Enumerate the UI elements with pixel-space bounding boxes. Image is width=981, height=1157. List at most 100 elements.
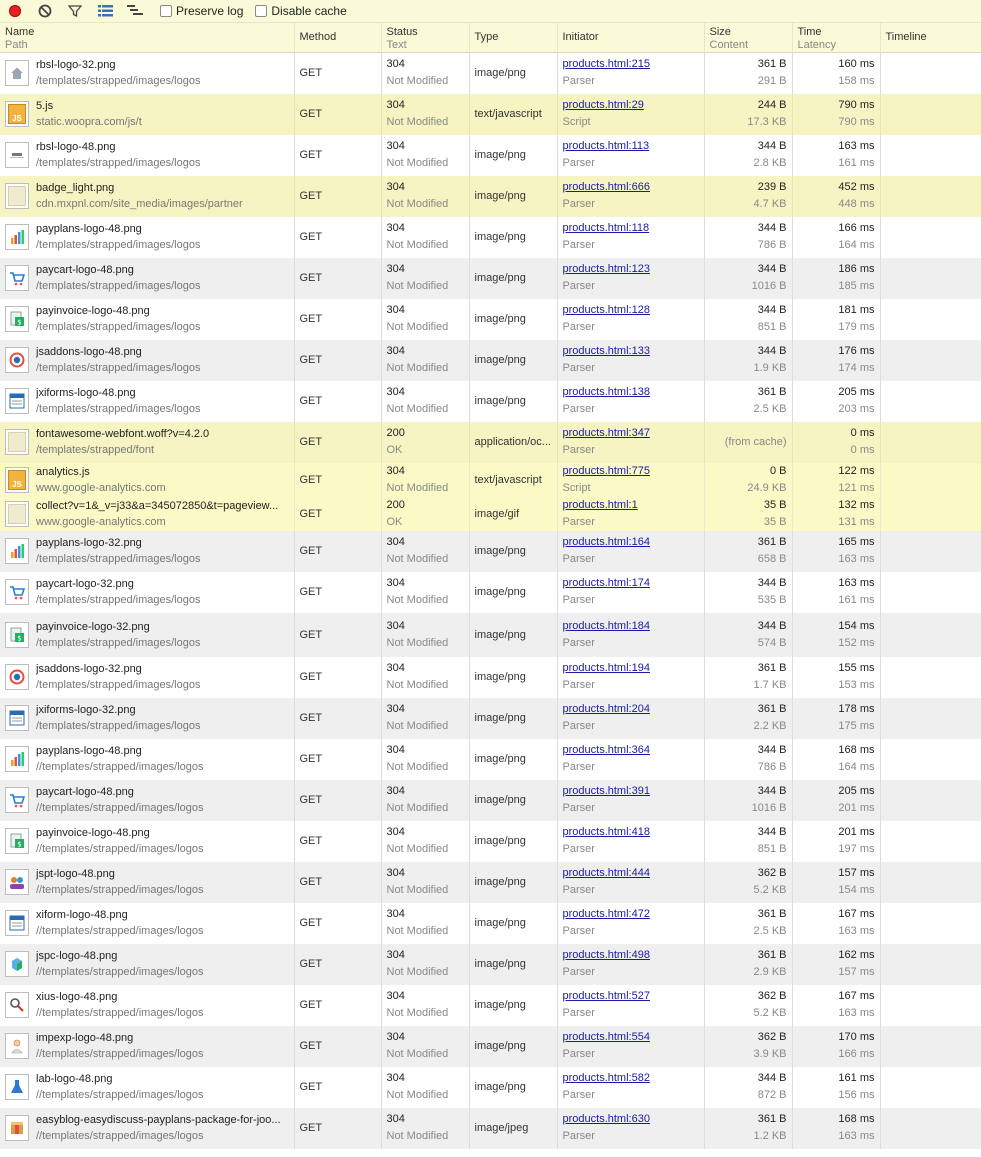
table-row[interactable]: badge_light.png cdn.mxpnl.com/site_media… bbox=[0, 175, 981, 217]
name-cell[interactable]: xius-logo-48.png //templates/strapped/im… bbox=[0, 984, 295, 1026]
name-cell[interactable]: jsaddons-logo-32.png /templates/strapped… bbox=[0, 656, 295, 698]
initiator-link[interactable]: products.html:128 bbox=[563, 302, 704, 319]
name-cell[interactable]: JS analytics.js www.google-analytics.com bbox=[0, 462, 295, 497]
large-rows-button[interactable] bbox=[94, 0, 116, 22]
initiator-link[interactable]: products.html:1 bbox=[563, 497, 704, 514]
name-cell[interactable]: lab-logo-48.png //templates/strapped/ima… bbox=[0, 1066, 295, 1108]
table-row[interactable]: jspc-logo-48.png //templates/strapped/im… bbox=[0, 943, 981, 985]
name-cell[interactable]: jsaddons-logo-48.png /templates/strapped… bbox=[0, 339, 295, 381]
initiator-link[interactable]: products.html:554 bbox=[563, 1029, 704, 1046]
table-row[interactable]: easyblog-easydiscuss-payplans-package-fo… bbox=[0, 1107, 981, 1149]
initiator-link[interactable]: products.html:444 bbox=[563, 865, 704, 882]
name-cell[interactable]: $ payinvoice-logo-48.png /templates/stra… bbox=[0, 298, 295, 340]
column-initiator[interactable]: Initiator bbox=[557, 23, 705, 53]
name-cell[interactable]: paycart-logo-48.png /templates/strapped/… bbox=[0, 257, 295, 299]
initiator-link[interactable]: products.html:204 bbox=[563, 701, 704, 718]
column-time[interactable]: Time Latency bbox=[792, 23, 881, 53]
time-value: 167 ms bbox=[838, 990, 875, 1002]
name-cell[interactable]: easyblog-easydiscuss-payplans-package-fo… bbox=[0, 1107, 295, 1149]
initiator-link[interactable]: products.html:118 bbox=[563, 220, 704, 237]
table-row[interactable]: collect?v=1&_v=j33&a=345072850&t=pagevie… bbox=[0, 496, 981, 531]
initiator-link[interactable]: products.html:29 bbox=[563, 97, 704, 114]
initiator-link[interactable]: products.html:630 bbox=[563, 1111, 704, 1128]
initiator-link[interactable]: products.html:582 bbox=[563, 1070, 704, 1087]
checkbox-box[interactable] bbox=[160, 5, 172, 17]
initiator-link[interactable]: products.html:527 bbox=[563, 988, 704, 1005]
initiator-link[interactable]: products.html:194 bbox=[563, 660, 704, 677]
name-cell[interactable]: jspt-logo-48.png //templates/strapped/im… bbox=[0, 861, 295, 903]
name-cell[interactable]: jxiforms-logo-32.png /templates/strapped… bbox=[0, 697, 295, 739]
table-row[interactable]: xiform-logo-48.png //templates/strapped/… bbox=[0, 902, 981, 944]
name-cell[interactable]: rbsl-logo-48.png /templates/strapped/ima… bbox=[0, 134, 295, 176]
initiator-link[interactable]: products.html:498 bbox=[563, 947, 704, 964]
table-row[interactable]: paycart-logo-32.png /templates/strapped/… bbox=[0, 571, 981, 613]
disable-cache-checkbox[interactable]: Disable cache bbox=[255, 4, 347, 18]
checkbox-box[interactable] bbox=[255, 5, 268, 17]
name-cell[interactable]: xiform-logo-48.png //templates/strapped/… bbox=[0, 902, 295, 944]
name-cell[interactable]: fontawesome-webfont.woff?v=4.2.0 /templa… bbox=[0, 421, 295, 463]
name-cell[interactable]: rbsl-logo-32.png /templates/strapped/ima… bbox=[0, 52, 295, 94]
table-row[interactable]: impexp-logo-48.png //templates/strapped/… bbox=[0, 1025, 981, 1067]
table-row[interactable]: JS 5.js static.woopra.com/js/t GET 304 N… bbox=[0, 93, 981, 135]
table-row[interactable]: JS analytics.js www.google-analytics.com… bbox=[0, 462, 981, 497]
table-row[interactable]: paycart-logo-48.png //templates/strapped… bbox=[0, 779, 981, 821]
table-row[interactable]: rbsl-logo-48.png /templates/strapped/ima… bbox=[0, 134, 981, 176]
name-cell[interactable]: paycart-logo-32.png /templates/strapped/… bbox=[0, 571, 295, 613]
column-timeline[interactable]: Timeline bbox=[880, 23, 981, 53]
initiator-link[interactable]: products.html:123 bbox=[563, 261, 704, 278]
table-row[interactable]: jsaddons-logo-48.png /templates/strapped… bbox=[0, 339, 981, 381]
table-row[interactable]: fontawesome-webfont.woff?v=4.2.0 /templa… bbox=[0, 421, 981, 463]
initiator-link[interactable]: products.html:666 bbox=[563, 179, 704, 196]
table-row[interactable]: payplans-logo-48.png /templates/strapped… bbox=[0, 216, 981, 258]
column-method[interactable]: Method bbox=[294, 23, 382, 53]
table-row[interactable]: xius-logo-48.png //templates/strapped/im… bbox=[0, 984, 981, 1026]
initiator-link[interactable]: products.html:418 bbox=[563, 824, 704, 841]
table-row[interactable]: $ payinvoice-logo-48.png //templates/str… bbox=[0, 820, 981, 862]
name-cell[interactable]: JS 5.js static.woopra.com/js/t bbox=[0, 93, 295, 135]
name-cell[interactable]: $ payinvoice-logo-32.png /templates/stra… bbox=[0, 612, 295, 657]
table-row[interactable]: paycart-logo-48.png /templates/strapped/… bbox=[0, 257, 981, 299]
initiator-link[interactable]: products.html:138 bbox=[563, 384, 704, 401]
table-row[interactable]: jxiforms-logo-48.png /templates/strapped… bbox=[0, 380, 981, 422]
name-cell[interactable]: payplans-logo-48.png /templates/strapped… bbox=[0, 216, 295, 258]
column-name[interactable]: Name Path bbox=[0, 23, 295, 53]
initiator-link[interactable]: products.html:184 bbox=[563, 618, 704, 635]
record-button[interactable] bbox=[4, 0, 26, 22]
name-cell[interactable]: $ payinvoice-logo-48.png //templates/str… bbox=[0, 820, 295, 862]
table-row[interactable]: jspt-logo-48.png //templates/strapped/im… bbox=[0, 861, 981, 903]
initiator-link[interactable]: products.html:113 bbox=[563, 138, 704, 155]
name-cell[interactable]: jxiforms-logo-48.png /templates/strapped… bbox=[0, 380, 295, 422]
table-row[interactable]: payplans-logo-48.png //templates/strappe… bbox=[0, 738, 981, 780]
table-row[interactable]: $ payinvoice-logo-32.png /templates/stra… bbox=[0, 612, 981, 657]
initiator-link[interactable]: products.html:391 bbox=[563, 783, 704, 800]
initiator-link[interactable]: products.html:775 bbox=[563, 463, 704, 480]
initiator-link[interactable]: products.html:215 bbox=[563, 56, 704, 73]
table-row[interactable]: jxiforms-logo-32.png /templates/strapped… bbox=[0, 697, 981, 739]
table-row[interactable]: lab-logo-48.png //templates/strapped/ima… bbox=[0, 1066, 981, 1108]
name-cell[interactable]: jspc-logo-48.png //templates/strapped/im… bbox=[0, 943, 295, 985]
table-row[interactable]: jsaddons-logo-32.png /templates/strapped… bbox=[0, 656, 981, 698]
initiator-link[interactable]: products.html:164 bbox=[563, 534, 704, 551]
column-type[interactable]: Type bbox=[469, 23, 558, 53]
column-status[interactable]: Status Text bbox=[381, 23, 470, 53]
name-cell[interactable]: payplans-logo-32.png /templates/strapped… bbox=[0, 530, 295, 572]
name-cell[interactable]: impexp-logo-48.png //templates/strapped/… bbox=[0, 1025, 295, 1067]
name-cell[interactable]: badge_light.png cdn.mxpnl.com/site_media… bbox=[0, 175, 295, 217]
filter-button[interactable] bbox=[64, 0, 86, 22]
table-row[interactable]: $ payinvoice-logo-48.png /templates/stra… bbox=[0, 298, 981, 340]
clear-button[interactable] bbox=[34, 0, 56, 22]
initiator-link[interactable]: products.html:364 bbox=[563, 742, 704, 759]
column-size[interactable]: Size Content bbox=[704, 23, 793, 53]
name-cell[interactable]: collect?v=1&_v=j33&a=345072850&t=pagevie… bbox=[0, 496, 295, 531]
table-row[interactable]: payplans-logo-32.png /templates/strapped… bbox=[0, 530, 981, 572]
preserve-log-checkbox[interactable]: Preserve log bbox=[160, 4, 243, 18]
initiator-link[interactable]: products.html:347 bbox=[563, 425, 704, 442]
initiator-link[interactable]: products.html:174 bbox=[563, 575, 704, 592]
name-cell[interactable]: paycart-logo-48.png //templates/strapped… bbox=[0, 779, 295, 821]
table-row[interactable]: rbsl-logo-32.png /templates/strapped/ima… bbox=[0, 52, 981, 94]
name-cell[interactable]: payplans-logo-48.png //templates/strappe… bbox=[0, 738, 295, 780]
initiator-link[interactable]: products.html:133 bbox=[563, 343, 704, 360]
initiator-link[interactable]: products.html:472 bbox=[563, 906, 704, 923]
overview-button[interactable] bbox=[124, 0, 146, 22]
content-value: 5.2 KB bbox=[753, 884, 787, 896]
